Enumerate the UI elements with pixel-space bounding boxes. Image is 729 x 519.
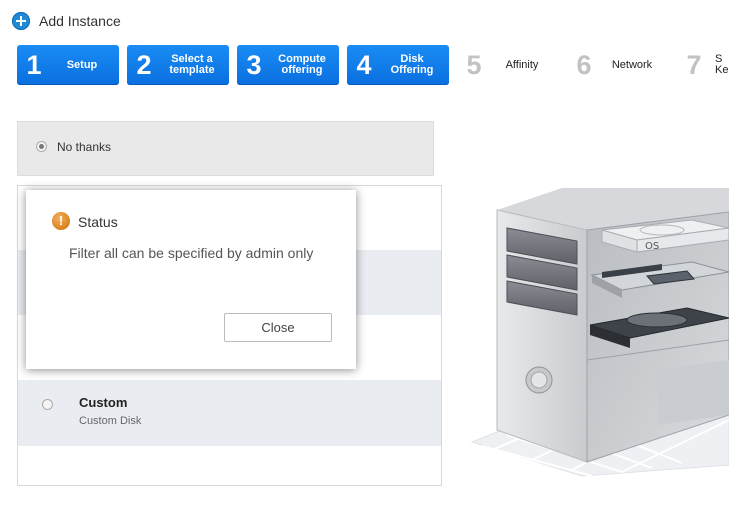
computer-illustration: OS [462,180,729,480]
close-button[interactable]: Close [224,313,332,342]
step-number: 7 [686,49,702,80]
disk-offering-description: Custom Disk [79,415,142,427]
no-thanks-option[interactable]: No thanks [17,121,434,176]
step-affinity[interactable]: 5 Affinity [457,45,559,85]
list-item-custom[interactable]: Custom Custom Disk [18,380,441,446]
step-label: Setup [66,58,98,71]
step-number: 1 [26,49,42,80]
step-setup[interactable]: 1 Setup [17,45,119,85]
dialog-message: Filter all can be specified by admin onl… [69,245,314,261]
step-number: 4 [356,49,372,80]
step-label: Compute offering [278,53,326,76]
step-number: 2 [136,49,152,80]
step-number: 6 [576,49,592,80]
plus-circle-icon [12,12,30,30]
step-number: 3 [246,49,262,80]
step-select-template[interactable]: 2 Select a template [127,45,229,85]
step-label: Network [611,58,653,71]
dialog-title: Status [78,214,118,230]
os-label: OS [645,241,659,252]
disk-offering-name: Custom [79,395,128,410]
wizard-steps: 1 Setup 2 Select a template 3 Compute of… [17,45,729,85]
step-label: Disk Offering [390,53,434,76]
step-number: 5 [466,49,482,80]
custom-radio[interactable] [42,399,53,410]
status-dialog: Status Filter all can be specified by ad… [26,190,356,369]
step-compute-offering[interactable]: 3 Compute offering [237,45,339,85]
page-header: Add Instance [12,10,121,32]
no-thanks-label: No thanks [57,140,112,154]
step-ssh-keypair[interactable]: 7 S Ke [677,45,729,85]
step-label: Select a template [169,53,215,76]
no-thanks-radio[interactable] [36,141,47,152]
step-label: S Ke [715,53,729,76]
page-title: Add Instance [39,13,121,29]
computer-tower-image: OS [470,188,729,477]
step-network[interactable]: 6 Network [567,45,669,85]
warning-icon [52,212,70,230]
step-label: Affinity [505,58,539,71]
step-disk-offering[interactable]: 4 Disk Offering [347,45,449,85]
